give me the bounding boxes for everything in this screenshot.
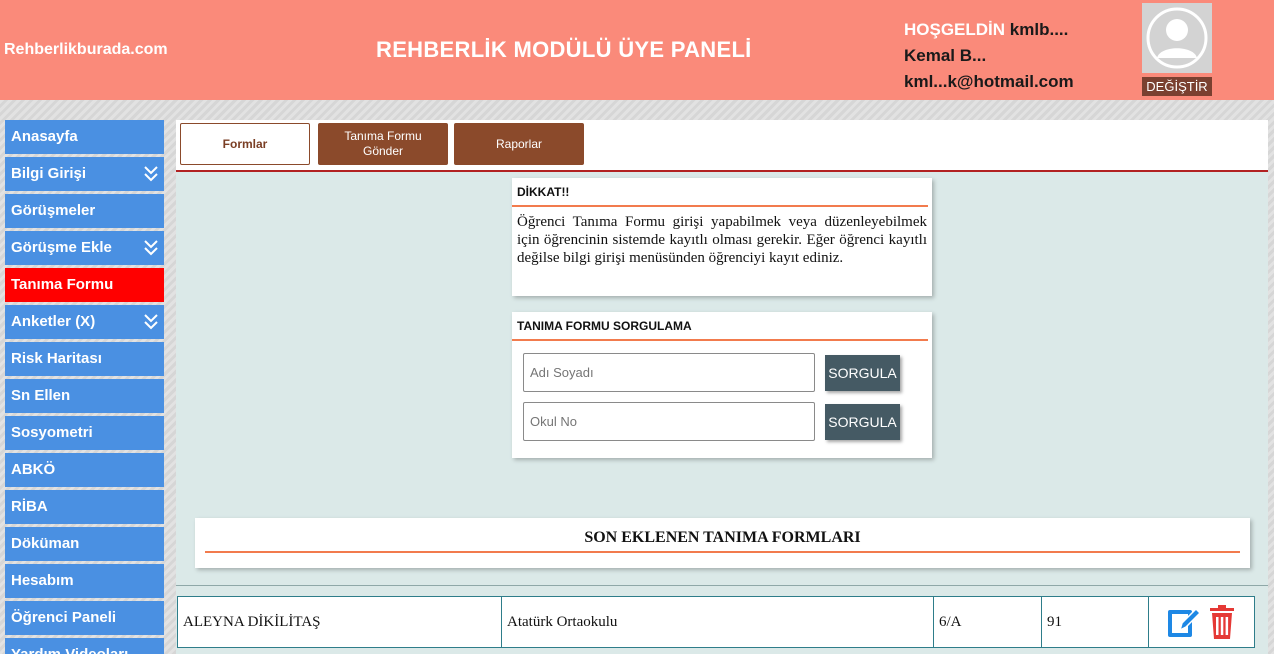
sidebar-item-label: Anketler (X) bbox=[11, 313, 96, 330]
tab-bar: Formlar Tanıma Formu Gönder Raporlar bbox=[176, 120, 1268, 172]
sidebar-item-gorusmeler[interactable]: Görüşmeler bbox=[5, 194, 164, 228]
notice-title: DİKKAT!! bbox=[512, 178, 928, 207]
sidebar-item-bilgi-girisi[interactable]: Bilgi Girişi bbox=[5, 157, 164, 191]
number-cell: 91 bbox=[1042, 597, 1149, 647]
sidebar-item-label: Sosyometri bbox=[11, 424, 93, 441]
number-query-button[interactable]: SORGULA bbox=[825, 404, 900, 440]
sidebar-item-label: Döküman bbox=[11, 535, 80, 552]
welcome-label: HOŞGELDİN bbox=[904, 20, 1006, 39]
user-welcome: HOŞGELDİN kmlb.... Kemal B... kml...k@ho… bbox=[904, 17, 1074, 95]
sidebar-item-label: Görüşmeler bbox=[11, 202, 96, 219]
recent-forms-card: SON EKLENEN TANIMA FORMLARI bbox=[195, 518, 1250, 568]
main-content: Formlar Tanıma Formu Gönder Raporlar DİK… bbox=[176, 120, 1268, 654]
double-chevron-down-icon bbox=[144, 166, 158, 182]
tab-raporlar[interactable]: Raporlar bbox=[454, 123, 584, 165]
sidebar-item-label: Bilgi Girişi bbox=[11, 165, 87, 182]
sidebar-item-label: Yardım Videoları bbox=[11, 646, 128, 654]
double-chevron-down-icon bbox=[144, 240, 158, 256]
table-row: ALEYNA DİKİLİTAŞ Atatürk Ortaokulu 6/A 9… bbox=[177, 596, 1255, 648]
sidebar-item-sn-ellen[interactable]: Sn Ellen bbox=[5, 379, 164, 413]
tab-tanima-formu-gonder[interactable]: Tanıma Formu Gönder bbox=[318, 123, 448, 165]
name-query-row: SORGULA bbox=[523, 353, 918, 393]
sidebar-item-label: RİBA bbox=[11, 498, 48, 515]
sidebar-item-label: Öğrenci Paneli bbox=[11, 609, 117, 626]
sidebar-menu: Anasayfa Bilgi Girişi Görüşmeler Görüşme… bbox=[5, 120, 164, 654]
double-chevron-down-icon bbox=[144, 314, 158, 330]
username: kmlb.... bbox=[1009, 20, 1069, 39]
change-avatar-button[interactable]: DEĞİŞTİR bbox=[1142, 77, 1212, 96]
number-query-row: SORGULA bbox=[523, 402, 918, 442]
trash-icon[interactable] bbox=[1206, 604, 1238, 640]
school-cell: Atatürk Ortaokulu bbox=[502, 597, 934, 647]
sidebar-item-sosyometri[interactable]: Sosyometri bbox=[5, 416, 164, 450]
tab-formlar[interactable]: Formlar bbox=[180, 123, 310, 165]
name-query-button[interactable]: SORGULA bbox=[825, 355, 900, 391]
page-title: REHBERLİK MODÜLÜ ÜYE PANELİ bbox=[376, 37, 752, 62]
sidebar-item-label: Anasayfa bbox=[11, 128, 78, 145]
avatar bbox=[1142, 3, 1212, 73]
user-email: kml...k@hotmail.com bbox=[904, 72, 1074, 91]
sidebar-item-label: Sn Ellen bbox=[11, 387, 71, 404]
recent-forms-title: SON EKLENEN TANIMA FORMLARI bbox=[584, 529, 861, 546]
name-search-input[interactable] bbox=[523, 353, 815, 392]
actions-cell bbox=[1149, 597, 1254, 647]
sidebar-item-label: Risk Haritası bbox=[11, 350, 102, 367]
student-name-cell: ALEYNA DİKİLİTAŞ bbox=[178, 597, 502, 647]
user-full-name: Kemal B... bbox=[904, 46, 987, 65]
notice-card: DİKKAT!! Öğrenci Tanıma Formu girişi yap… bbox=[512, 178, 932, 296]
sidebar-item-risk-haritasi[interactable]: Risk Haritası bbox=[5, 342, 164, 376]
user-avatar-icon bbox=[1142, 3, 1212, 73]
query-card: TANIMA FORMU SORGULAMA SORGULA SORGULA bbox=[512, 312, 932, 458]
sidebar-item-anasayfa[interactable]: Anasayfa bbox=[5, 120, 164, 154]
sidebar-item-label: Görüşme Ekle bbox=[11, 239, 112, 256]
sidebar-item-yardim-videolari[interactable]: Yardım Videoları bbox=[5, 638, 164, 654]
sidebar-item-hesabim[interactable]: Hesabım bbox=[5, 564, 164, 598]
sidebar-item-label: ABKÖ bbox=[11, 461, 56, 478]
sidebar-item-label: Tanıma Formu bbox=[11, 276, 114, 293]
sidebar-item-dokuman[interactable]: Döküman bbox=[5, 527, 164, 561]
sidebar-item-riba[interactable]: RİBA bbox=[5, 490, 164, 524]
sidebar-item-tanima-formu[interactable]: Tanıma Formu bbox=[5, 268, 164, 302]
query-title: TANIMA FORMU SORGULAMA bbox=[512, 312, 928, 341]
class-cell: 6/A bbox=[934, 597, 1042, 647]
sidebar-item-abko[interactable]: ABKÖ bbox=[5, 453, 164, 487]
sidebar-item-label: Hesabım bbox=[11, 572, 74, 589]
sidebar-item-gorusme-ekle[interactable]: Görüşme Ekle bbox=[5, 231, 164, 265]
school-number-input[interactable] bbox=[523, 402, 815, 441]
recent-forms-underline bbox=[205, 551, 1240, 553]
page-header: Rehberlikburada.com REHBERLİK MODÜLÜ ÜYE… bbox=[0, 0, 1274, 100]
notice-text: Öğrenci Tanıma Formu girişi yapabilmek v… bbox=[517, 214, 927, 266]
sidebar-item-ogrenci-paneli[interactable]: Öğrenci Paneli bbox=[5, 601, 164, 635]
edit-icon[interactable] bbox=[1166, 604, 1202, 640]
sidebar-item-anketler[interactable]: Anketler (X) bbox=[5, 305, 164, 339]
site-name-link[interactable]: Rehberlikburada.com bbox=[4, 41, 168, 59]
section-divider bbox=[176, 585, 1268, 586]
